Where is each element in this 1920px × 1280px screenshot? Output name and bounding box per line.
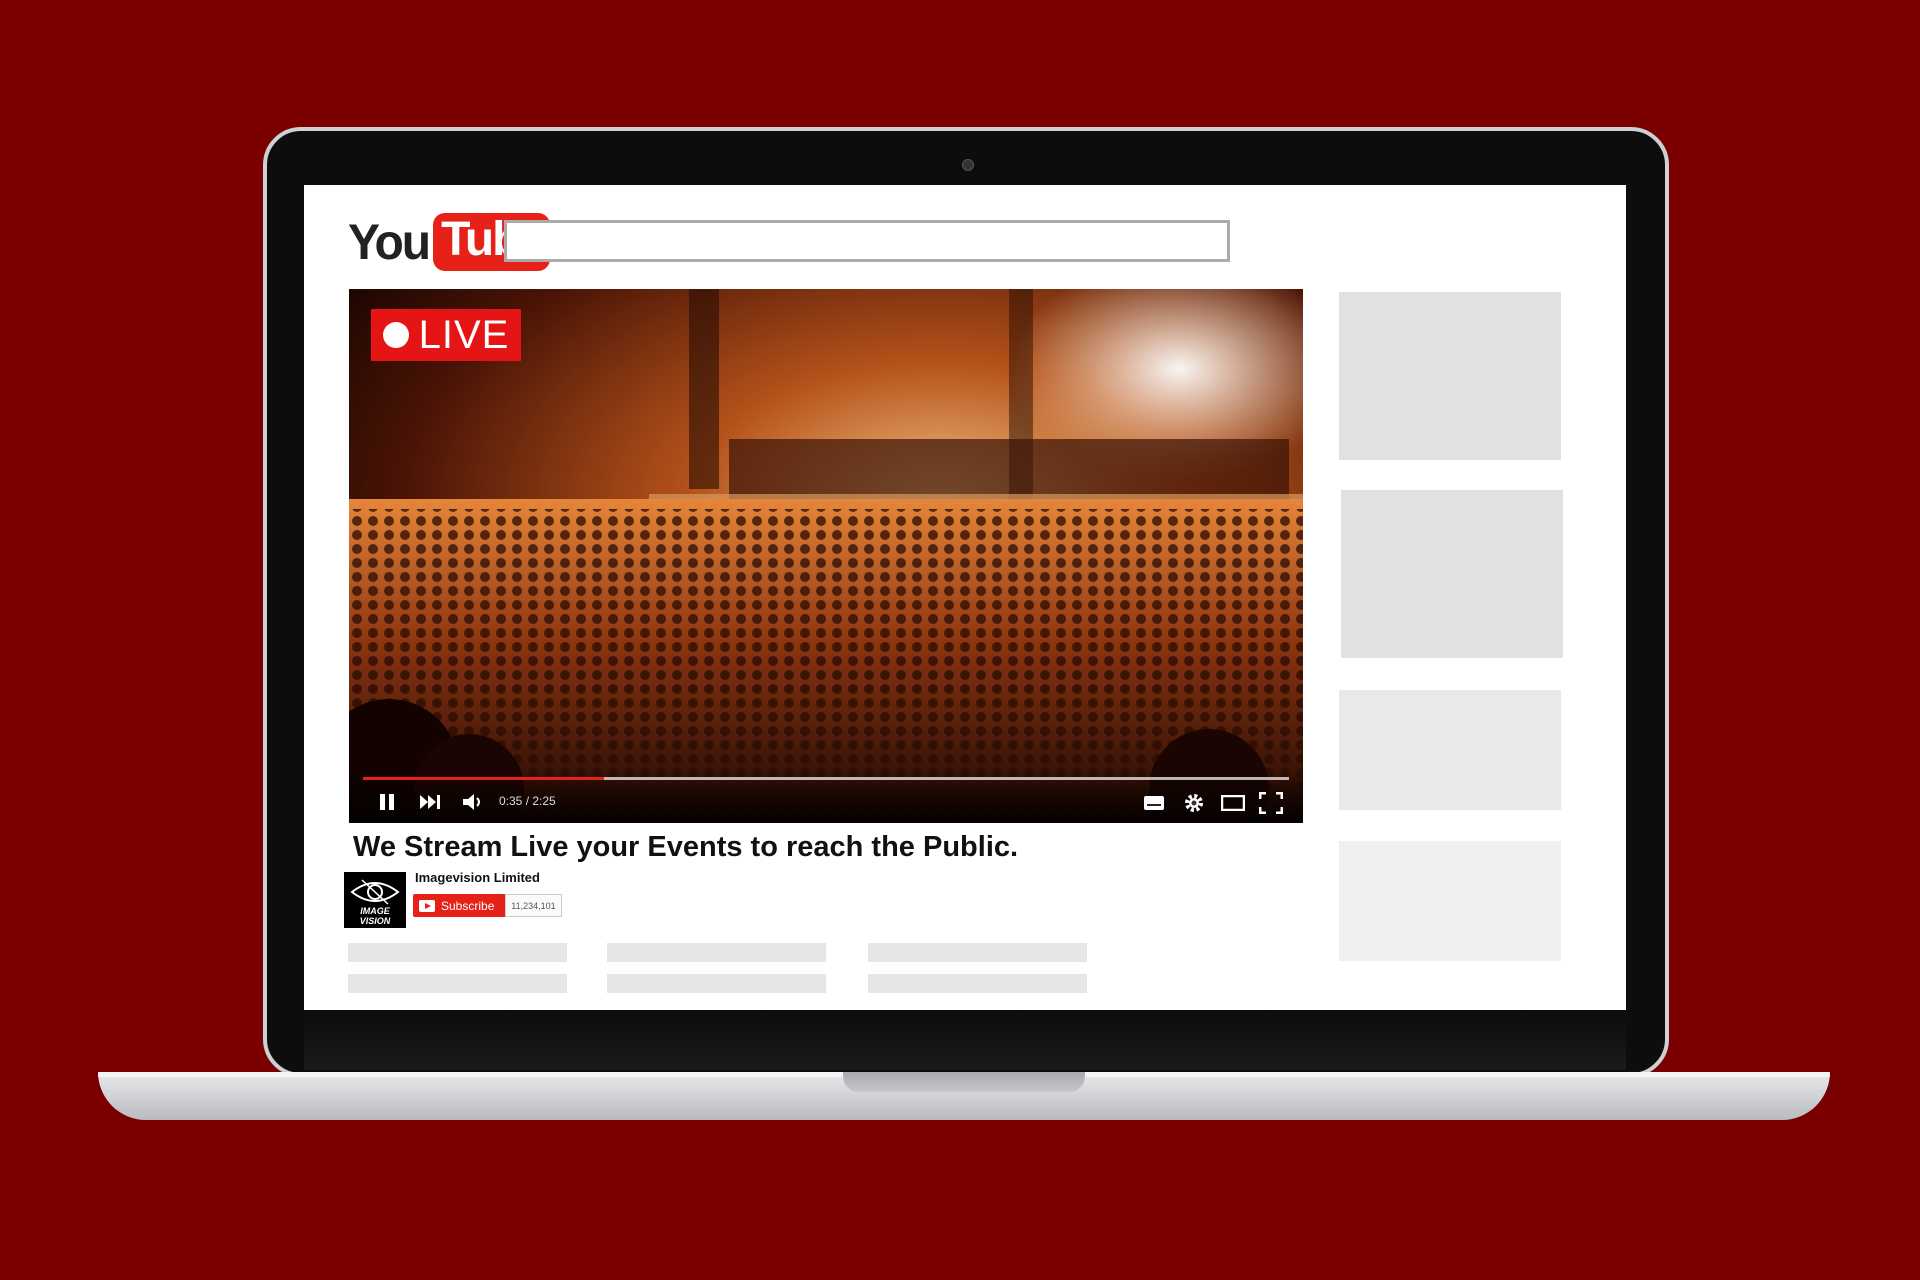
placeholder-bar <box>348 943 567 962</box>
progress-played <box>363 777 604 780</box>
video-title: We Stream Live your Events to reach the … <box>353 831 1019 863</box>
live-dot-icon <box>382 322 409 348</box>
laptop-chin <box>304 1010 1626 1070</box>
live-label: LIVE <box>418 312 510 357</box>
subtitles-icon[interactable] <box>1144 796 1164 810</box>
search-input[interactable] <box>504 220 1230 262</box>
concert-video-frame <box>349 289 1303 823</box>
avatar-text: IMAGE VISION <box>359 906 391 926</box>
placeholder-bar <box>868 974 1087 993</box>
webcam <box>962 159 974 171</box>
suggested-video-thumbnail[interactable] <box>1339 690 1561 810</box>
video-player[interactable]: LIVE 0:35 / 2:25 <box>349 289 1303 823</box>
settings-gear-icon[interactable] <box>1183 792 1205 814</box>
progress-bar[interactable] <box>363 777 1289 780</box>
placeholder-bar <box>868 943 1087 962</box>
suggested-video-thumbnail[interactable] <box>1339 841 1561 961</box>
subscribe-button[interactable]: Subscribe <box>413 894 507 917</box>
browser-screen: You Tube LIVE 0:35 / 2:25 We Stream Live… <box>304 185 1626 1010</box>
laptop-notch <box>843 1072 1085 1092</box>
logo-you-text: You <box>348 214 431 270</box>
pause-icon[interactable] <box>377 792 397 812</box>
channel-name[interactable]: Imagevision Limited <box>415 870 540 885</box>
subscriber-count: 11,234,101 <box>505 894 562 917</box>
placeholder-bar <box>348 974 567 993</box>
live-badge: LIVE <box>371 309 521 361</box>
play-icon <box>419 899 435 912</box>
time-readout: 0:35 / 2:25 <box>499 794 556 808</box>
placeholder-bar <box>607 943 826 962</box>
fullscreen-icon[interactable] <box>1259 792 1283 814</box>
subscribe-label: Subscribe <box>441 898 495 913</box>
theater-mode-icon[interactable] <box>1221 795 1245 811</box>
placeholder-bar <box>607 974 826 993</box>
suggested-video-thumbnail[interactable] <box>1339 292 1561 460</box>
next-icon[interactable] <box>419 794 441 810</box>
suggested-video-thumbnail[interactable] <box>1341 490 1563 658</box>
volume-icon[interactable] <box>462 793 484 811</box>
channel-avatar[interactable]: IMAGE VISION <box>344 872 406 928</box>
